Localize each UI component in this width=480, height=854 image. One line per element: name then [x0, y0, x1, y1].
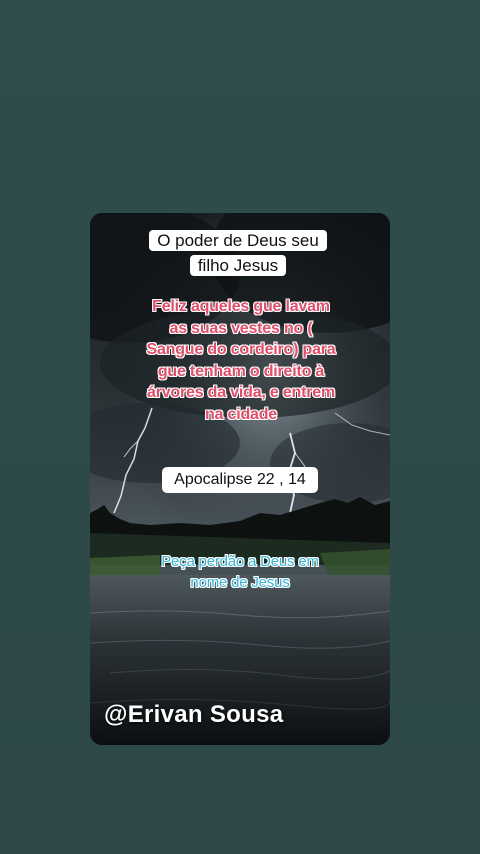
bible-verse-text: Feliz aqueles gue lavam as suas vestes n…: [146, 298, 336, 423]
post-title: O poder de Deus seu filho Jesus: [148, 228, 328, 278]
post-image-card: O poder de Deus seu filho Jesus Feliz aq…: [90, 213, 390, 745]
author-watermark: @Erivan Sousa: [104, 701, 284, 728]
post-title-text: O poder de Deus seu filho Jesus: [149, 230, 327, 276]
verse-reference-badge: Apocalipse 22 , 14: [162, 467, 318, 493]
plea-text: Peça perdão a Deus em nome de Jesus: [161, 553, 319, 591]
